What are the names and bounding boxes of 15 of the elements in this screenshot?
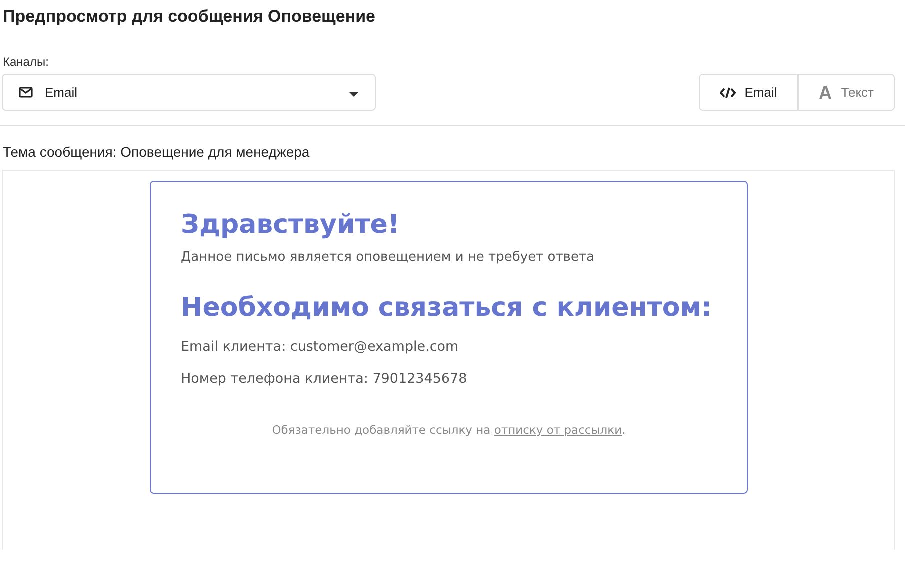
page-title: Предпросмотр для сообщения Оповещение <box>2 6 377 28</box>
email-heading: Необходимо связаться с клиентом: <box>181 292 713 325</box>
email-greeting: Здравствуйте! <box>181 209 401 242</box>
unsubscribe-note: Обязательно добавляйте ссылку на отписку от рассылки. <box>271 423 627 437</box>
code-icon <box>720 86 736 98</box>
font-icon <box>819 86 832 99</box>
email-notice: Данное письмо является оповещением и не требует ответа <box>181 250 596 265</box>
caret-icon <box>349 92 359 97</box>
message-subject: Тема сообщения: Оповещение для менеджера <box>3 143 311 161</box>
channels-label: Каналы: <box>3 55 50 69</box>
channels-dropdown[interactable]: Email <box>2 74 376 111</box>
email-line: Email клиента: customer@example.com <box>181 339 460 355</box>
email-line: Номер телефона клиента: 79012345678 <box>181 371 468 387</box>
unsubscribe-link[interactable]: отписку от рассылки <box>494 423 622 437</box>
envelope-icon <box>19 87 33 98</box>
